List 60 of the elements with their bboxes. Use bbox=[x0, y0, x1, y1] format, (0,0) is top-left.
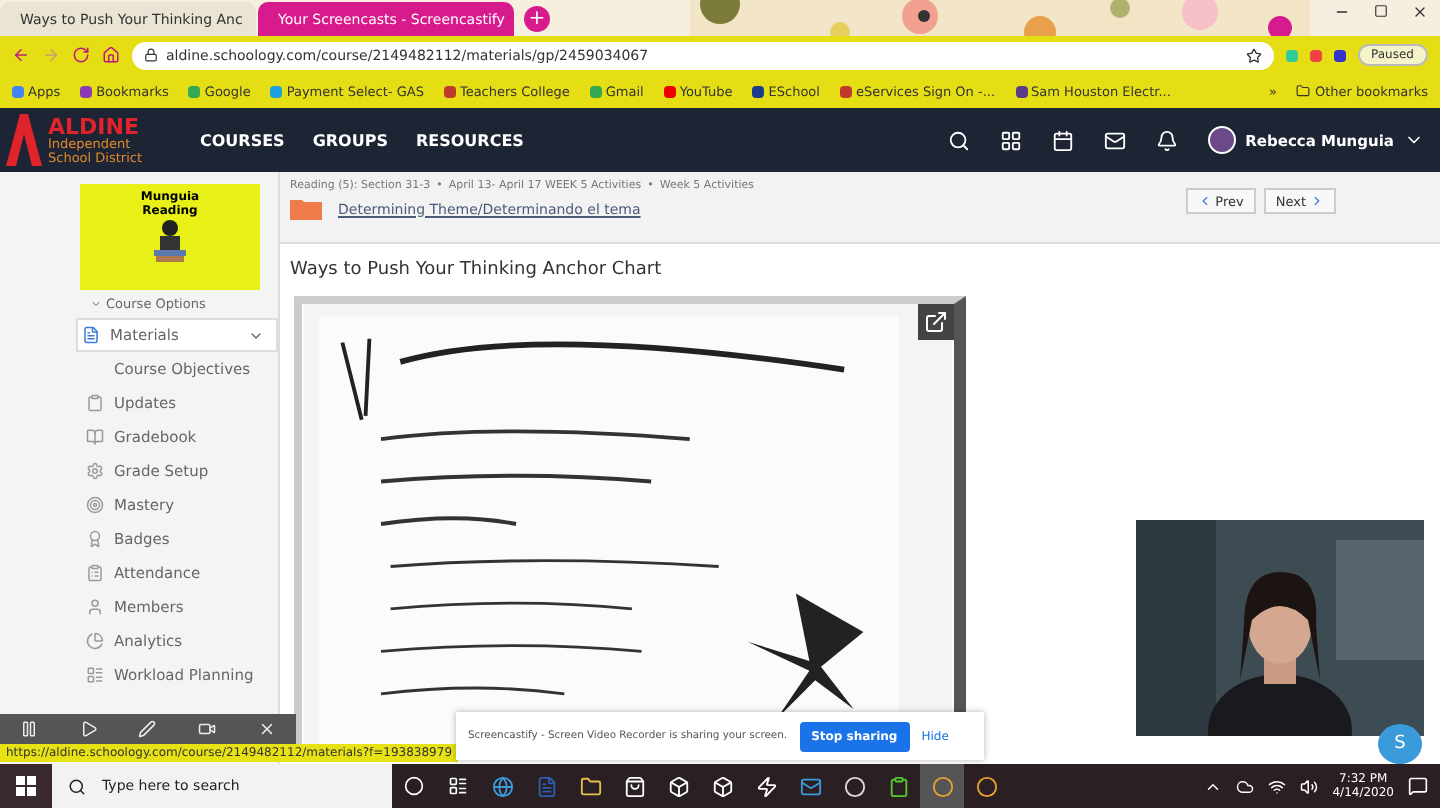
search-icon[interactable] bbox=[947, 129, 970, 151]
page-title: Ways to Push Your Thinking Anchor Chart bbox=[290, 260, 664, 280]
wifi-icon[interactable] bbox=[1268, 777, 1287, 795]
camera-icon[interactable] bbox=[198, 720, 217, 738]
bookmark-icon bbox=[589, 85, 602, 97]
bookmark-icon bbox=[752, 85, 765, 97]
nav-link[interactable]: RESOURCES bbox=[415, 131, 524, 149]
mail-icon[interactable] bbox=[1103, 129, 1126, 151]
start-button[interactable] bbox=[0, 764, 52, 808]
cloud-icon[interactable] bbox=[1236, 777, 1255, 795]
back-icon[interactable] bbox=[12, 46, 30, 64]
expand-button[interactable] bbox=[918, 304, 954, 340]
gear-icon bbox=[86, 462, 104, 480]
close-icon[interactable] bbox=[257, 720, 276, 738]
clipboard-icon bbox=[86, 394, 104, 412]
maximize-icon[interactable] bbox=[1374, 4, 1388, 18]
nav-link[interactable]: GROUPS bbox=[312, 131, 388, 149]
folder-icon bbox=[1296, 84, 1311, 98]
target-icon bbox=[86, 496, 104, 514]
pie-chart-icon bbox=[86, 632, 104, 650]
new-tab-button[interactable]: + bbox=[524, 6, 550, 32]
book-icon bbox=[86, 428, 104, 446]
bookmark-icon bbox=[12, 85, 24, 97]
windows-icon bbox=[16, 776, 36, 796]
bookmark-icon bbox=[839, 85, 852, 97]
bookmark-icon bbox=[80, 85, 93, 97]
logo-text: ALDINE bbox=[48, 116, 141, 138]
external-link-icon bbox=[924, 310, 948, 334]
bookmark-icon bbox=[663, 85, 676, 97]
bookmark-icon bbox=[188, 85, 201, 97]
grid-icon[interactable] bbox=[999, 129, 1022, 151]
bell-icon[interactable] bbox=[1155, 129, 1178, 151]
pen-icon[interactable] bbox=[138, 720, 157, 738]
checklist-icon bbox=[86, 564, 104, 582]
star-icon[interactable] bbox=[1245, 47, 1262, 63]
nav-link[interactable]: COURSES bbox=[200, 131, 285, 149]
home-icon[interactable] bbox=[102, 46, 120, 64]
avatar-icon[interactable] bbox=[1207, 126, 1236, 154]
close-icon[interactable] bbox=[1412, 4, 1428, 20]
reload-icon[interactable] bbox=[72, 46, 90, 64]
folder-icon bbox=[290, 198, 322, 220]
person-icon bbox=[86, 598, 104, 616]
bookmark-icon bbox=[270, 85, 283, 97]
calendar-icon[interactable] bbox=[1051, 129, 1074, 151]
next-icon bbox=[1310, 194, 1324, 208]
play-icon[interactable] bbox=[79, 720, 98, 738]
award-icon bbox=[86, 530, 104, 548]
prev-icon bbox=[1197, 194, 1212, 208]
logo-icon bbox=[6, 114, 42, 166]
caret-icon bbox=[90, 298, 102, 310]
search-icon bbox=[68, 777, 86, 795]
document-icon bbox=[82, 326, 100, 344]
notification-icon[interactable] bbox=[1408, 776, 1428, 796]
list-icon bbox=[86, 666, 104, 684]
pause-icon[interactable] bbox=[20, 720, 39, 738]
volume-icon[interactable] bbox=[1300, 777, 1319, 795]
figure-icon bbox=[152, 218, 188, 263]
bookmark-icon bbox=[1015, 85, 1028, 97]
bookmark-icon bbox=[443, 85, 456, 97]
lock-icon bbox=[144, 48, 158, 62]
